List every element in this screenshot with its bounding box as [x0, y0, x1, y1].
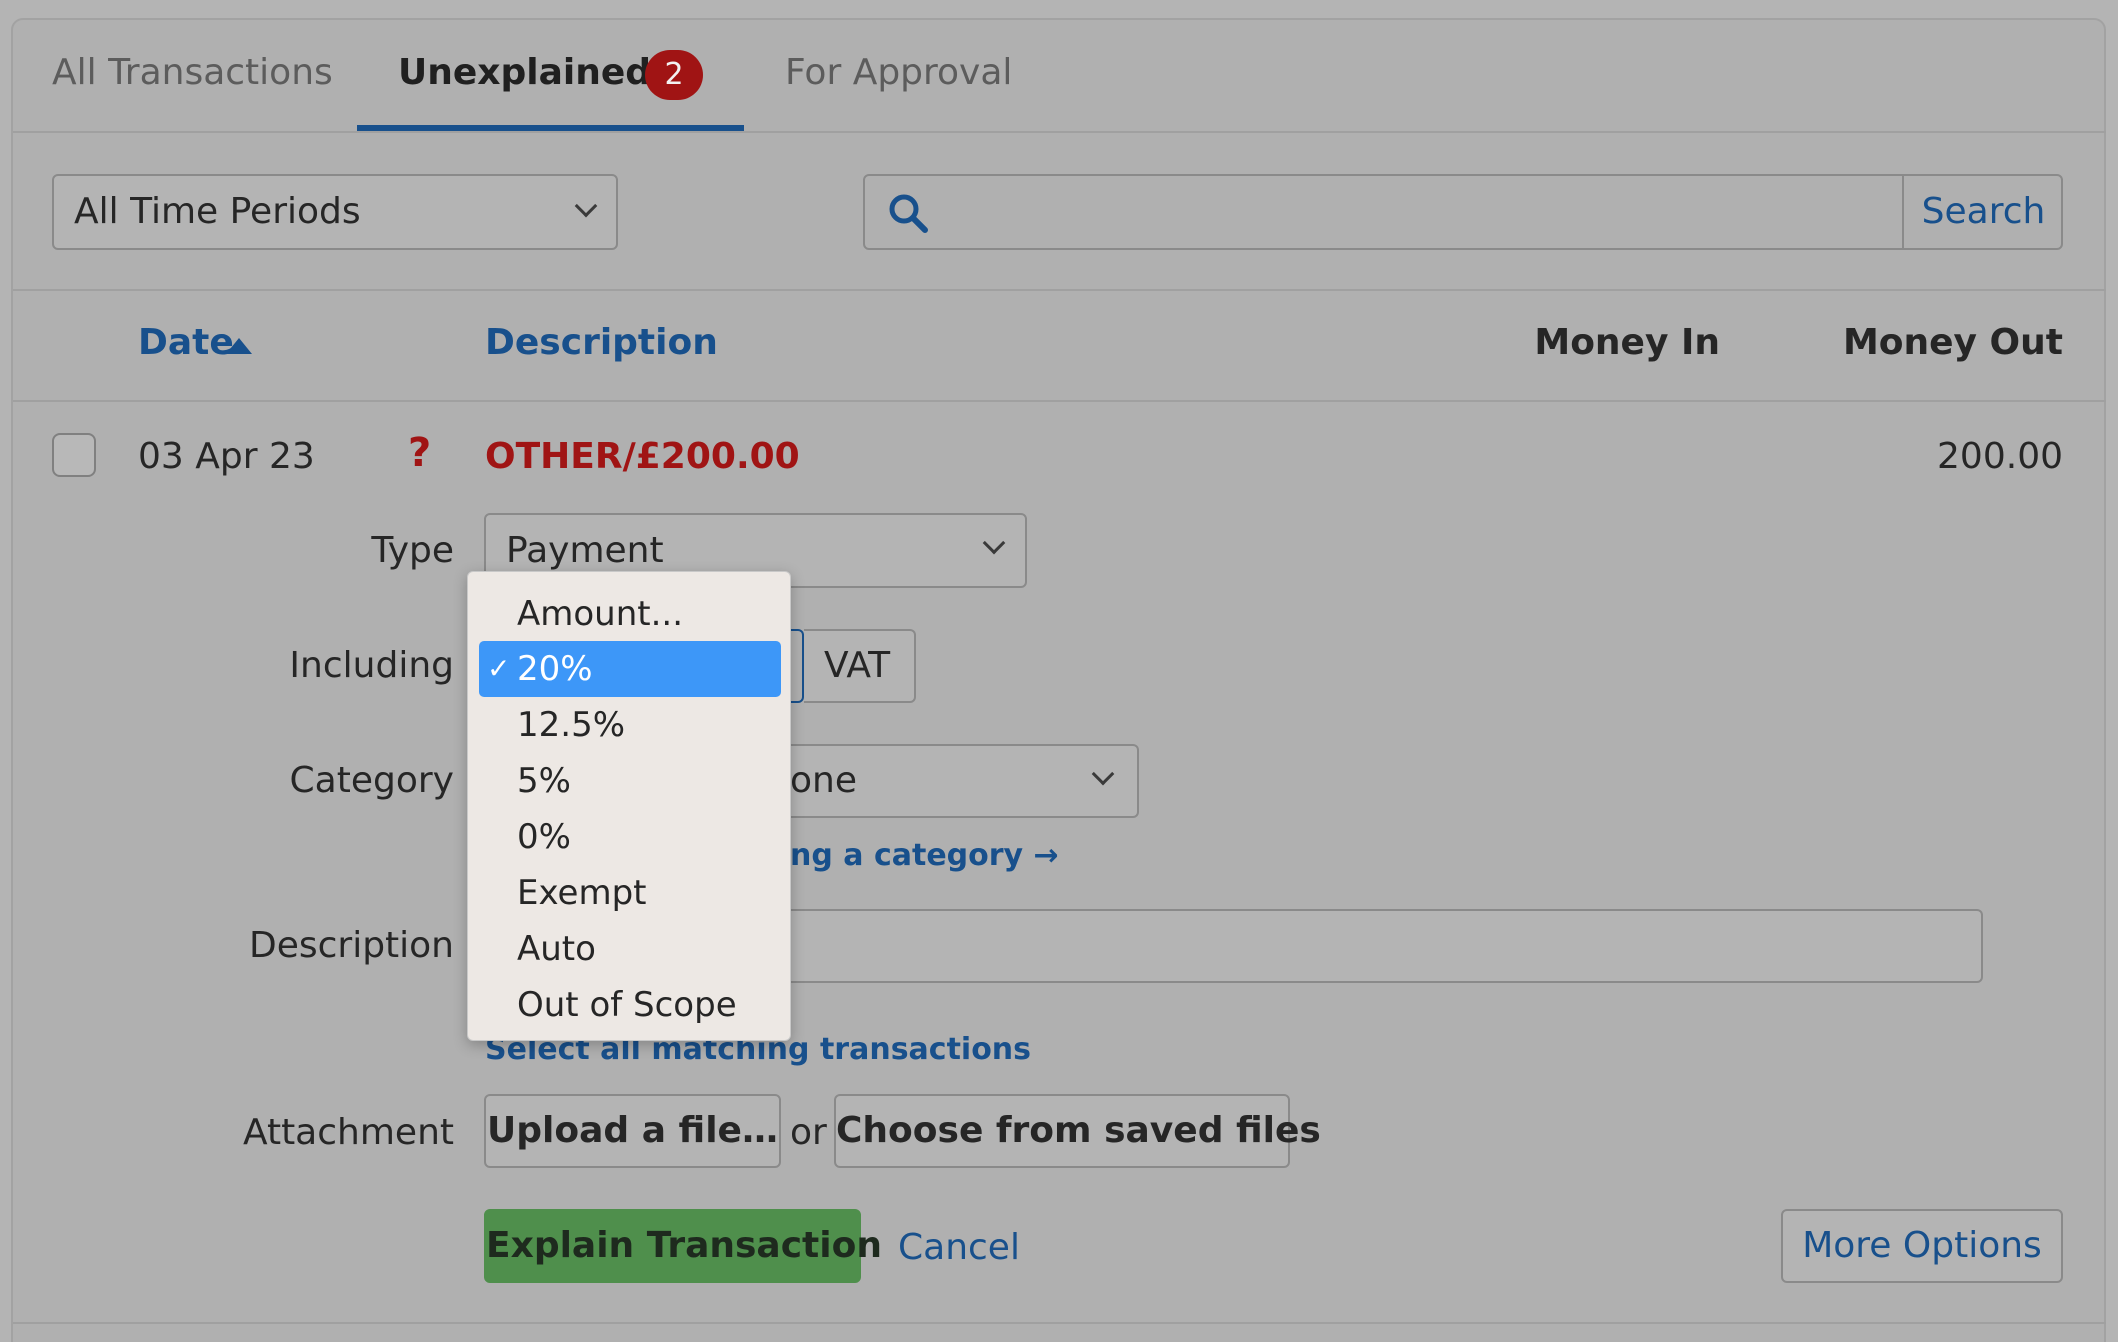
search-button[interactable]: Search [1902, 176, 2063, 248]
divider [13, 289, 2106, 291]
vat-option-12-5[interactable]: 12.5% [468, 697, 790, 753]
time-period-value: All Time Periods [74, 191, 361, 232]
type-label: Type [371, 530, 454, 571]
chevron-down-icon [982, 531, 1006, 555]
vat-rate-dropdown: Amount... ✓ 20% 12.5% 5% 0% Exempt Auto … [467, 571, 791, 1041]
more-options-button[interactable]: More Options [1781, 1209, 2063, 1283]
choose-saved-files-button[interactable]: Choose from saved files [834, 1094, 1321, 1168]
tab-unexplained[interactable]: Unexplained [398, 52, 651, 93]
vat-option-0[interactable]: 0% [468, 809, 790, 865]
vat-option-20[interactable]: ✓ 20% [479, 641, 781, 697]
transaction-money-out: 200.00 [1937, 436, 2063, 477]
or-text: or [790, 1112, 827, 1153]
vat-option-auto[interactable]: Auto [468, 921, 790, 977]
divider [13, 1322, 2106, 1324]
sort-ascending-icon [226, 338, 252, 354]
category-label: Category [289, 760, 454, 801]
divider [13, 131, 2106, 133]
tab-all-transactions[interactable]: All Transactions [52, 52, 333, 93]
search-input[interactable] [865, 176, 1902, 248]
attachment-label: Attachment [242, 1112, 454, 1153]
tab-for-approval[interactable]: For Approval [785, 52, 1012, 93]
unexplained-count-badge: 2 [645, 50, 703, 100]
money-in-column-header: Money In [1534, 322, 1720, 363]
time-period-select[interactable]: All Time Periods [52, 174, 618, 250]
vat-option-5[interactable]: 5% [468, 753, 790, 809]
chevron-down-icon [1091, 762, 1115, 786]
date-column-header[interactable]: Date [138, 322, 234, 363]
cancel-link[interactable]: Cancel [898, 1227, 1020, 1268]
description-input[interactable] [700, 909, 1983, 983]
vat-option-exempt[interactable]: Exempt [468, 865, 790, 921]
transaction-description: OTHER/£200.00 [485, 436, 800, 477]
chevron-down-icon [574, 194, 598, 218]
category-value: one [790, 760, 857, 801]
explain-transaction-button[interactable]: Explain Transaction [484, 1209, 882, 1283]
vat-option-out-of-scope[interactable]: Out of Scope [468, 977, 790, 1033]
including-label: Including [289, 645, 454, 686]
description-label: Description [248, 925, 454, 966]
transaction-date: 03 Apr 23 [138, 436, 315, 477]
vat-option-amount[interactable]: Amount... [468, 586, 790, 642]
divider [13, 400, 2106, 402]
search-box: Search [863, 174, 2063, 250]
category-select[interactable]: one [740, 744, 1139, 818]
checkmark-icon: ✓ [487, 652, 511, 685]
category-help-link[interactable]: ng a category → [790, 838, 1059, 873]
unexplained-question-icon: ? [408, 430, 432, 476]
money-out-column-header: Money Out [1842, 322, 2063, 363]
vat-option-20-label: 20% [517, 649, 593, 689]
description-column-header[interactable]: Description [485, 322, 718, 363]
vat-suffix: VAT [804, 629, 916, 703]
upload-file-button[interactable]: Upload a file… [484, 1094, 781, 1168]
type-value: Payment [506, 530, 664, 571]
row-select-checkbox[interactable] [52, 433, 96, 477]
